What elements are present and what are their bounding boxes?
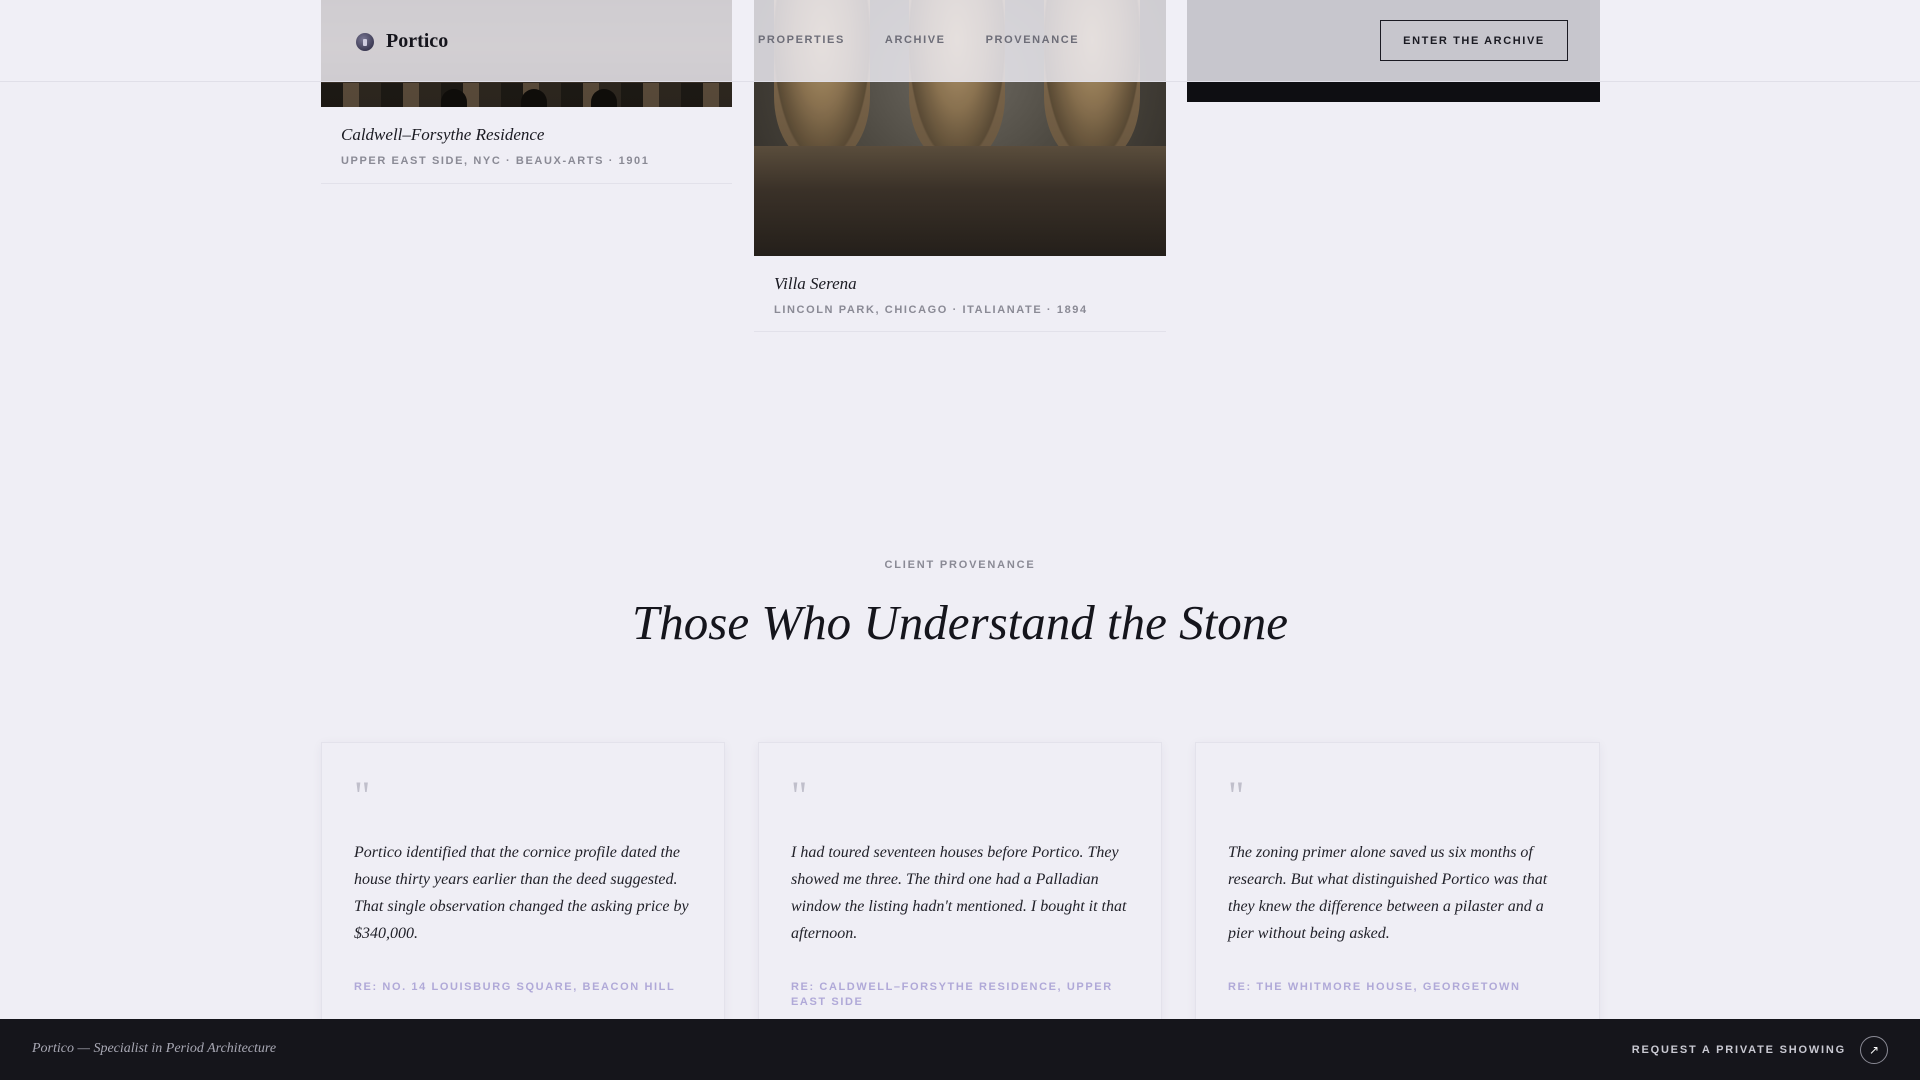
testimonial-reference[interactable]: RE: NO. 14 LOUISBURG SQUARE, BEACON HILL [354, 980, 692, 995]
balustrade-plinth [754, 146, 1166, 256]
testimonial-text: Portico identified that the cornice prof… [354, 844, 689, 942]
nav-properties[interactable]: PROPERTIES [758, 34, 845, 46]
property-meta: LINCOLN PARK, CHICAGO · ITALIANATE · 189… [774, 304, 1088, 316]
brand-name: Portico [386, 30, 449, 52]
testimonial-reference[interactable]: RE: THE WHITMORE HOUSE, GEORGETOWN [1228, 980, 1567, 995]
section-title: Those Who Understand the Stone [632, 595, 1288, 650]
property-title[interactable]: Villa Serena [774, 274, 1088, 294]
quote-icon: " [1228, 773, 1245, 818]
card-divider [321, 183, 732, 184]
site-header: Portico PROPERTIES ARCHIVE PROVENANCE EN… [0, 0, 1920, 82]
testimonial-card: " Portico identified that the cornice pr… [321, 742, 725, 1062]
section-eyebrow: CLIENT PROVENANCE [884, 559, 1036, 571]
portico-logo-icon [356, 32, 374, 51]
main-nav: PROPERTIES ARCHIVE PROVENANCE [758, 34, 1119, 46]
sticky-footer-bar: Portico — Specialist in Period Architect… [0, 1019, 1920, 1080]
footer-tagline: Portico — Specialist in Period Architect… [32, 1041, 277, 1056]
testimonial-card: " The zoning primer alone saved us six m… [1195, 742, 1600, 1062]
property-card-caldwell-forsythe[interactable]: Caldwell–Forsythe Residence UPPER EAST S… [341, 125, 650, 167]
property-meta: UPPER EAST SIDE, NYC · BEAUX-ARTS · 1901 [341, 155, 650, 167]
testimonial-reference[interactable]: RE: CALDWELL–FORSYTHE RESIDENCE, UPPER E… [791, 980, 1129, 1010]
request-showing-link[interactable]: REQUEST A PRIVATE SHOWING ↗ [1632, 1036, 1888, 1064]
quote-icon: " [354, 773, 371, 818]
testimonial-text: I had toured seventeen houses before Por… [791, 844, 1127, 942]
card-divider [754, 331, 1166, 332]
testimonial-card: " I had toured seventeen houses before P… [758, 742, 1162, 1062]
nav-provenance[interactable]: PROVENANCE [986, 34, 1080, 46]
brand-logo[interactable]: Portico [356, 30, 448, 53]
enter-archive-button[interactable]: ENTER THE ARCHIVE [1380, 20, 1568, 61]
arrow-up-right-icon[interactable]: ↗ [1860, 1036, 1888, 1064]
request-showing-label[interactable]: REQUEST A PRIVATE SHOWING [1632, 1044, 1846, 1056]
nav-archive[interactable]: ARCHIVE [885, 34, 946, 46]
property-card-villa-serena[interactable]: Villa Serena LINCOLN PARK, CHICAGO · ITA… [774, 274, 1088, 316]
property-title[interactable]: Caldwell–Forsythe Residence [341, 125, 650, 145]
testimonial-text: The zoning primer alone saved us six mon… [1228, 844, 1548, 942]
quote-icon: " [791, 773, 808, 818]
